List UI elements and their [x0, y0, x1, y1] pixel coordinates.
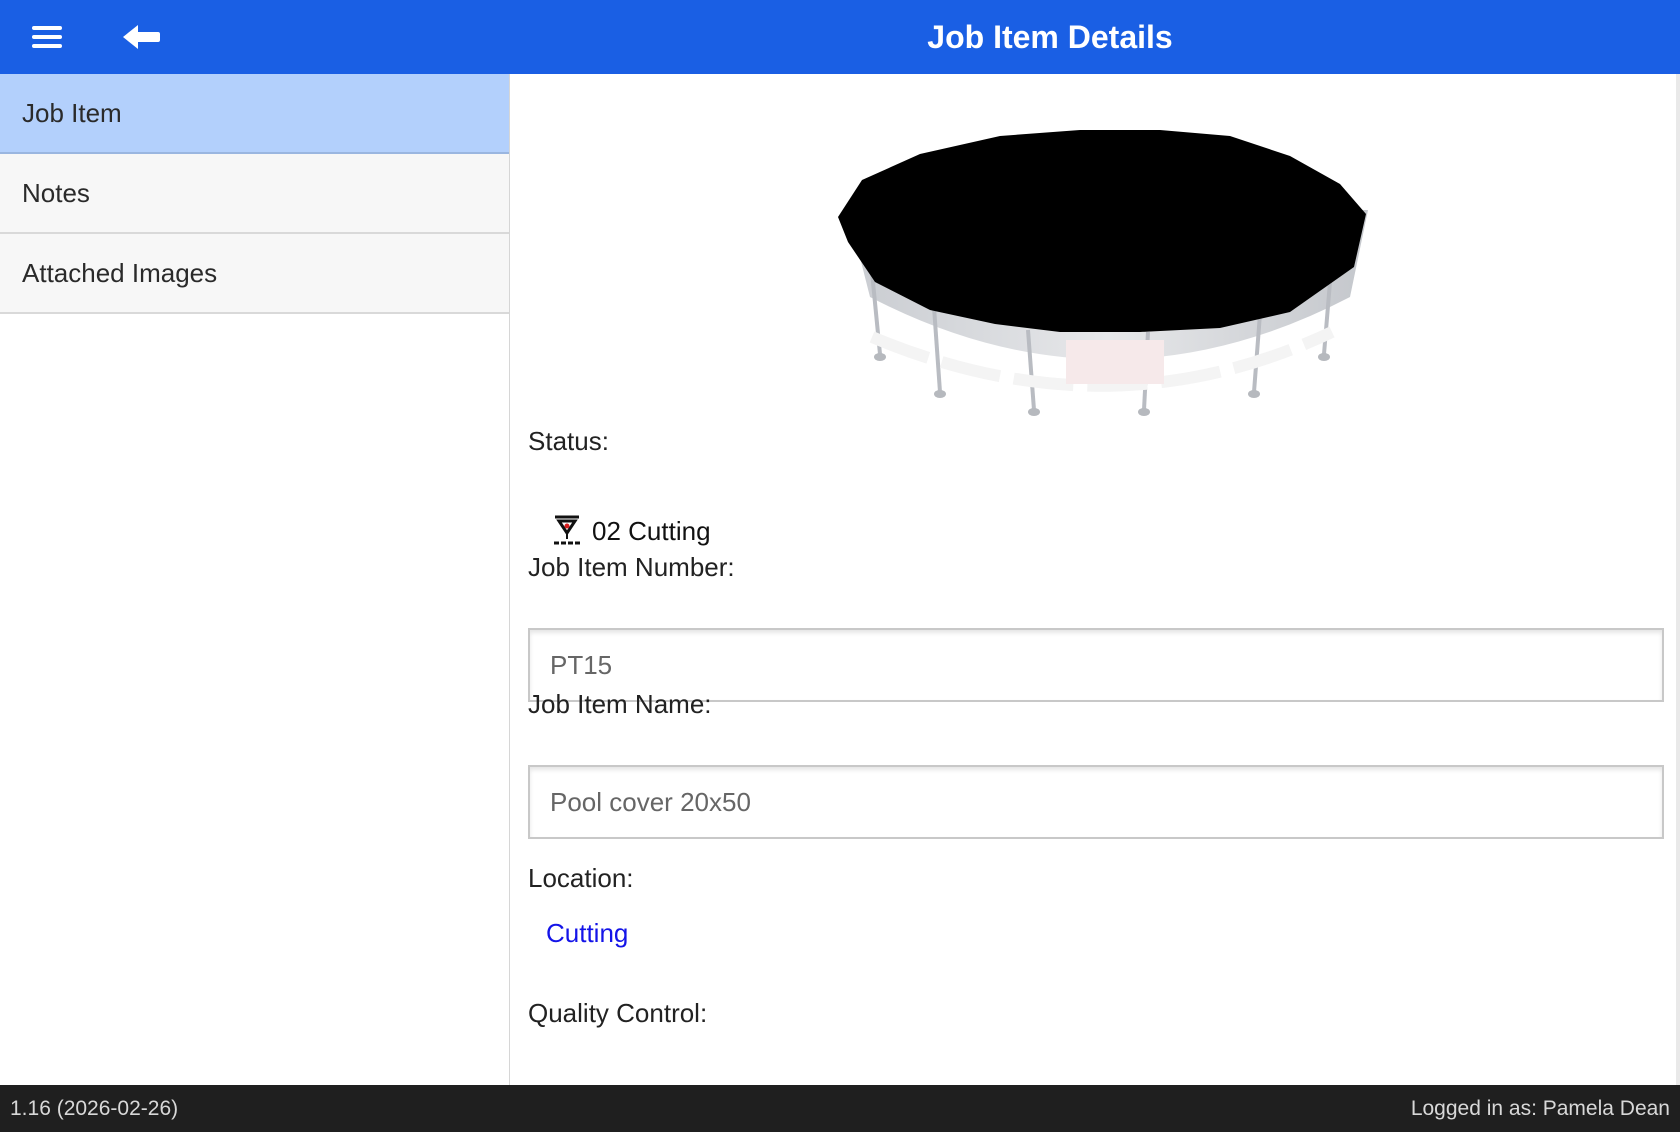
top-bar: Job Item Details — [0, 0, 1680, 74]
status-bar: 1.16 (2026-02-26) Logged in as: Pamela D… — [0, 1085, 1680, 1132]
status-label: Status: — [528, 426, 609, 456]
logged-in-user: Logged in as: Pamela Dean — [1410, 1096, 1670, 1120]
arrow-left-icon — [123, 25, 160, 49]
sidebar-item-label: Job Item — [22, 97, 122, 128]
app-window: Job Item Details Job Item Notes Attached… — [0, 0, 1680, 1132]
sidebar-item-label: Attached Images — [22, 257, 218, 288]
location-link[interactable]: Cutting — [546, 918, 628, 949]
job-item-name-label: Job Item Name: — [528, 689, 712, 719]
back-button[interactable] — [114, 10, 168, 64]
job-item-name-field[interactable]: Pool cover 20x50 — [528, 765, 1664, 839]
page-title: Job Item Details — [927, 18, 1173, 55]
sidebar-item-label: Notes — [22, 177, 90, 208]
job-item-number-label: Job Item Number: — [528, 552, 735, 582]
sidebar-item-notes[interactable]: Notes — [0, 154, 509, 234]
quality-control-label: Quality Control: — [528, 998, 708, 1028]
cutting-station-icon — [554, 515, 580, 545]
app-version: 1.16 (2026-02-26) — [10, 1096, 179, 1120]
menu-button[interactable] — [20, 10, 74, 64]
status-text: 02 Cutting — [592, 515, 711, 546]
hamburger-menu-icon — [32, 26, 62, 48]
scrollbar[interactable] — [1676, 74, 1680, 1085]
location-label: Location: — [528, 863, 634, 893]
status-value: 02 Cutting — [552, 511, 711, 551]
job-item-detail-panel: Status: 02 Cutting Job Item Number: PT15… — [510, 74, 1680, 1085]
sidebar-item-job-item[interactable]: Job Item — [0, 74, 509, 154]
pool-cover-image — [838, 130, 1368, 416]
sidebar: Job Item Notes Attached Images — [0, 74, 510, 1085]
sidebar-item-attached-images[interactable]: Attached Images — [0, 234, 509, 314]
